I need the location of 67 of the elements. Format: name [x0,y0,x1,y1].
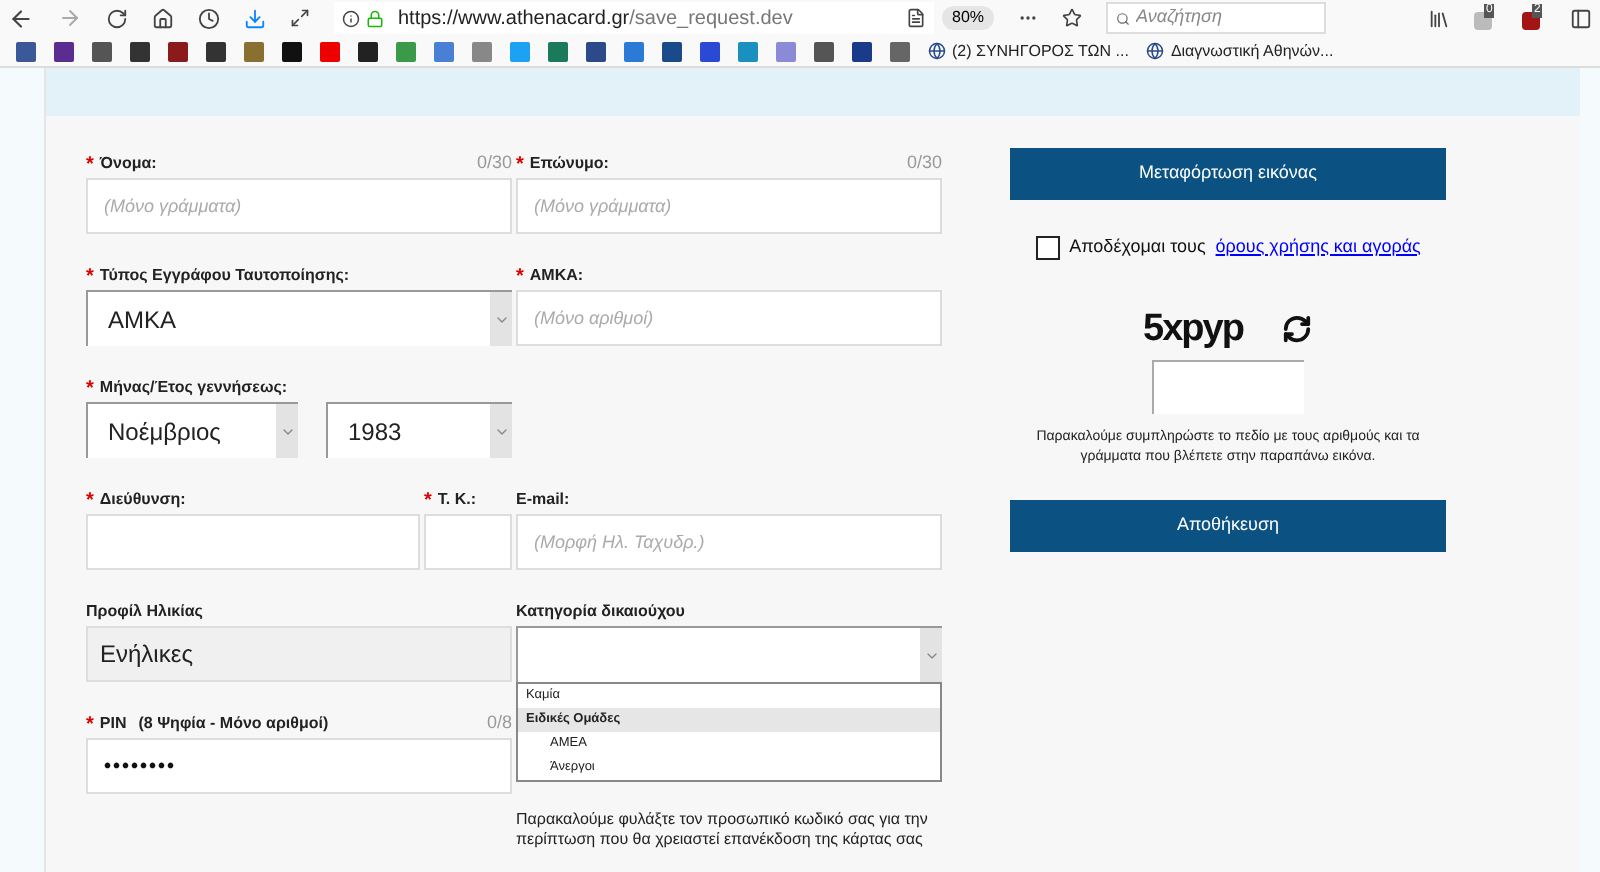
bookmark-link[interactable]: Διαγνωστική Αθηνών... [1146,39,1334,63]
select-field[interactable]: 1983 [326,402,512,458]
chevron-down-icon [490,404,512,458]
field-label: Προφίλ Ηλικίας [86,600,203,624]
back-icon[interactable] [8,5,34,31]
info-icon [342,9,360,27]
field-label: Μήνας/Έτος γεννήσεως: [99,376,288,400]
required-asterisk: * [86,156,94,176]
chevron-down-icon [490,292,512,346]
refresh-icon[interactable] [1282,314,1313,345]
field-label: Τύπος Εγγράφου Ταυτοποίησης: [99,264,350,288]
zoom-level[interactable]: 80% [942,6,995,30]
terms-text: Αποδέχομαι τους [1069,234,1206,260]
field-hint: (8 Ψηφία - Μόνο αριθμοί) [138,712,329,736]
text-field[interactable]: (Μόνο γράμματα) [516,178,942,234]
required-asterisk: * [86,716,94,736]
reload-icon[interactable] [106,7,128,29]
text-field[interactable]: (Μόνο γράμματα) [86,178,512,234]
required-asterisk: * [86,492,94,512]
select-field[interactable] [516,626,942,682]
globe-icon [928,42,946,60]
required-asterisk: * [86,268,94,288]
field-label: Κατηγορία δικαιούχου [516,600,685,624]
upload-image-button[interactable]: Μεταφόρτωση εικόνας [1010,148,1446,200]
captcha-field[interactable] [1152,360,1304,414]
text-field[interactable] [424,514,512,570]
history-icon[interactable] [198,7,220,29]
field-label: E-mail: [516,488,570,512]
reader-icon[interactable] [906,8,926,28]
password-field[interactable]: •••••••• [86,738,512,794]
download-icon[interactable] [244,7,266,29]
save-button[interactable]: Αποθήκευση [1010,500,1446,552]
text-field[interactable]: (Μορφή Ηλ. Ταχυδρ.) [516,514,942,570]
text-field[interactable] [86,514,420,570]
terms-checkbox[interactable] [1035,235,1060,260]
search-icon [1116,9,1131,27]
bookmark-link[interactable]: (2) ΣΥΝΗΓΟΡΟΣ ΤΩΝ ... [928,39,1129,63]
globe-icon [1146,42,1165,60]
captcha-code: 5xpyp [1143,305,1243,353]
character-counter: 0/30 [906,149,942,175]
field-label: Επώνυμο: [529,152,609,176]
terms-link[interactable]: όρους χρήσης και αγοράς [1215,234,1421,261]
required-asterisk: * [424,492,432,512]
text-field[interactable]: (Μόνο αριθμοί) [516,290,942,346]
character-counter: 0/30 [476,149,512,175]
chevron-down-icon [276,404,298,458]
field-label: Διεύθυνση: [99,488,186,512]
character-counter: 0/8 [486,709,512,735]
readonly-field: Ενήλικες [86,626,512,682]
pin-note: Παρακαλούμε φυλάξτε τον προσωπικό κωδικό σας για την περίπτωση που θα χρειαστεί επανέκδοση της κάρτας σας [516,810,930,850]
required-asterisk: * [516,268,524,288]
library-icon[interactable] [1428,7,1450,29]
required-asterisk: * [516,156,524,176]
address-bar[interactable]: https://www.athenacard.gr/save_request.dev [334,2,934,34]
field-label: PIN [99,712,127,736]
home-icon[interactable] [152,7,174,29]
field-label: Όνομα: [99,152,157,176]
field-label: ΑΜΚΑ: [529,264,584,288]
sidebar-icon[interactable] [1570,7,1592,29]
lock-icon [366,9,384,27]
field-label: Τ. Κ.: [437,488,477,512]
star-icon[interactable] [1062,8,1083,28]
expand-icon[interactable] [290,8,310,28]
required-asterisk: * [86,380,94,400]
select-field[interactable]: Νοέμβριος [86,402,298,458]
select-field[interactable]: ΑΜΚΑ [86,290,512,346]
url-text: https://www.athenacard.gr/save_request.dev [398,5,793,33]
